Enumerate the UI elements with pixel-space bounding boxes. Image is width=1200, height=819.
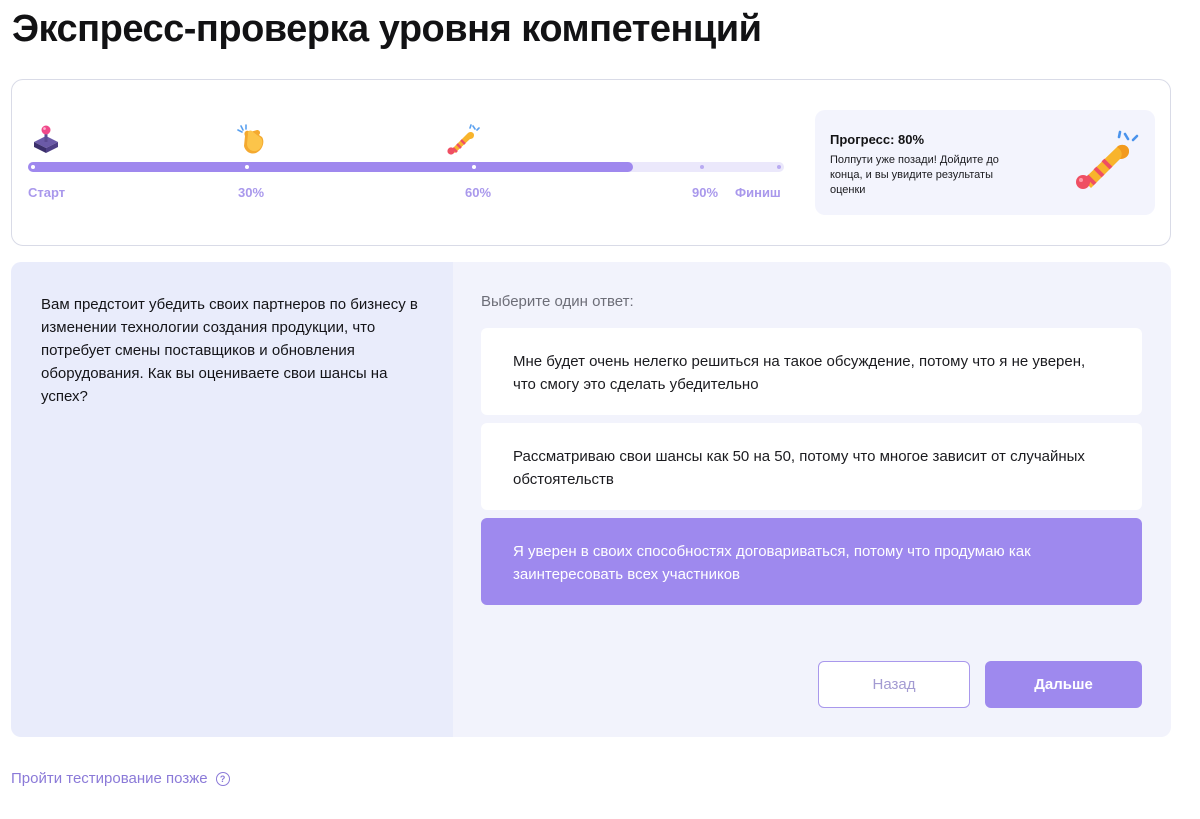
progress-fill (28, 162, 633, 172)
milestone-label-start: Старт (28, 185, 66, 200)
question-text: Вам предстоит убедить своих партнеров по… (41, 296, 418, 405)
back-button[interactable]: Назад (818, 661, 970, 708)
page-title: Экспресс-проверка уровня компетенций (12, 8, 762, 50)
answers-hint: Выберите один ответ: (481, 293, 634, 310)
answer-option-selected[interactable]: Я уверен в своих способностях договарива… (481, 518, 1142, 605)
party-horn-icon (447, 124, 480, 155)
progress-track (28, 162, 784, 172)
progress-card: Старт 30% 60% 90% Финиш Прогресс: 80% По… (11, 79, 1171, 246)
answer-option[interactable]: Мне будет очень нелегко решиться на тако… (481, 328, 1142, 415)
answers-panel: Выберите один ответ: Мне будет очень нел… (453, 262, 1171, 737)
next-button[interactable]: Дальше (985, 661, 1142, 708)
milestone-label-90: 90% (692, 185, 719, 200)
clapping-hands-icon (237, 124, 264, 154)
answer-option[interactable]: Рассматриваю свои шансы как 50 на 50, по… (481, 423, 1142, 510)
milestone-label-60: 60% (465, 185, 492, 200)
take-test-later-link[interactable]: Пройти тестирование позже ? (11, 770, 230, 787)
progress-tick (245, 165, 249, 169)
milestone-label-finish: Финиш (735, 185, 781, 200)
progress-tick (31, 165, 35, 169)
answer-option-text: Рассматриваю свои шансы как 50 на 50, по… (513, 448, 1085, 488)
joystick-icon (34, 125, 58, 153)
help-circle-icon[interactable]: ? (215, 771, 230, 786)
question-panel: Вам предстоит убедить своих партнеров по… (11, 262, 453, 737)
answer-option-text: Я уверен в своих способностях договарива… (513, 543, 1031, 583)
progress-info-text: Полпути уже позади! Дойдите до конца, и … (830, 154, 999, 196)
party-horn-icon (1076, 130, 1139, 189)
answer-option-text: Мне будет очень нелегко решиться на тако… (513, 353, 1086, 393)
progress-tick (472, 165, 476, 169)
progress-tick (777, 165, 781, 169)
milestone-label-30: 30% (238, 185, 265, 200)
progress-tick (700, 165, 704, 169)
progress-info-box: Прогресс: 80% Полпути уже позади! Дойдит… (815, 110, 1155, 215)
take-test-later-label: Пройти тестирование позже (11, 770, 208, 787)
progress-info-title: Прогресс: 80% (830, 132, 925, 147)
